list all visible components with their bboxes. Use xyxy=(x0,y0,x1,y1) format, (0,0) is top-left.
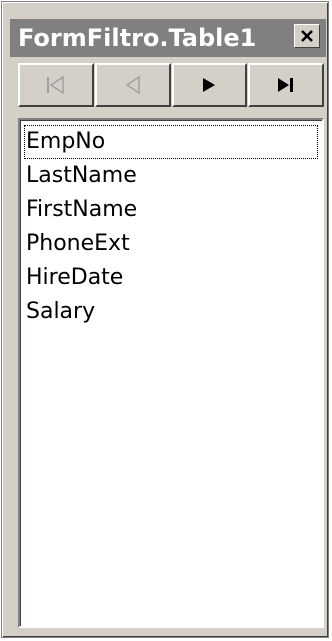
close-button[interactable] xyxy=(294,24,320,48)
field-item-hiredate[interactable]: HireDate xyxy=(24,261,318,295)
next-record-button[interactable] xyxy=(171,63,248,107)
field-item-phoneext[interactable]: PhoneExt xyxy=(24,227,318,261)
fields-listbox[interactable]: EmpNo LastName FirstName PhoneExt HireDa… xyxy=(18,118,324,628)
fields-list: EmpNo LastName FirstName PhoneExt HireDa… xyxy=(24,125,318,329)
window-titlebar[interactable]: FormFiltro.Table1 xyxy=(10,19,326,57)
last-record-button[interactable] xyxy=(248,63,324,107)
next-record-icon xyxy=(203,78,216,92)
first-record-button[interactable] xyxy=(18,63,94,107)
prior-record-button[interactable] xyxy=(94,63,171,107)
field-item-salary[interactable]: Salary xyxy=(24,295,318,329)
window-title: FormFiltro.Table1 xyxy=(18,24,257,52)
prior-record-icon xyxy=(125,75,140,95)
fields-window: FormFiltro.Table1 EmpNo LastName FirstNa… xyxy=(1,1,329,638)
close-icon xyxy=(301,30,313,42)
field-item-empno[interactable]: EmpNo xyxy=(24,125,318,159)
last-record-icon xyxy=(278,78,294,92)
field-item-firstname[interactable]: FirstName xyxy=(24,193,318,227)
first-record-icon xyxy=(46,75,64,95)
field-item-lastname[interactable]: LastName xyxy=(24,159,318,193)
record-navigator xyxy=(18,63,324,107)
